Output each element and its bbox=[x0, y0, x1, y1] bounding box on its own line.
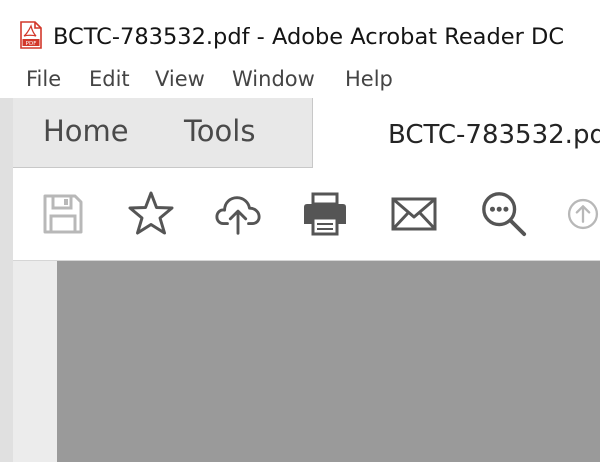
cloud-upload-icon[interactable] bbox=[214, 190, 262, 238]
menu-window[interactable]: Window bbox=[232, 64, 315, 94]
tab-home[interactable]: Home bbox=[43, 111, 129, 151]
bookmark-star-icon[interactable] bbox=[127, 190, 175, 238]
svg-text:PDF: PDF bbox=[26, 41, 37, 47]
save-icon[interactable] bbox=[39, 190, 87, 238]
menu-file[interactable]: File bbox=[26, 64, 61, 94]
left-edge-strip bbox=[0, 98, 13, 462]
find-icon[interactable] bbox=[480, 190, 528, 238]
navigation-pane-strip bbox=[13, 261, 57, 462]
menu-help[interactable]: Help bbox=[345, 64, 393, 94]
print-icon[interactable] bbox=[301, 190, 349, 238]
menu-view[interactable]: View bbox=[155, 64, 205, 94]
scroll-up-icon[interactable] bbox=[566, 190, 600, 238]
document-workspace[interactable] bbox=[57, 261, 600, 462]
tab-tools[interactable]: Tools bbox=[184, 111, 255, 151]
menu-edit[interactable]: Edit bbox=[89, 64, 130, 94]
window-title: BCTC-783532.pdf - Adobe Acrobat Reader D… bbox=[53, 24, 565, 50]
pdf-file-icon: PDF bbox=[18, 21, 44, 49]
tab-document[interactable]: BCTC-783532.pdf bbox=[388, 117, 600, 153]
email-icon[interactable] bbox=[390, 190, 438, 238]
